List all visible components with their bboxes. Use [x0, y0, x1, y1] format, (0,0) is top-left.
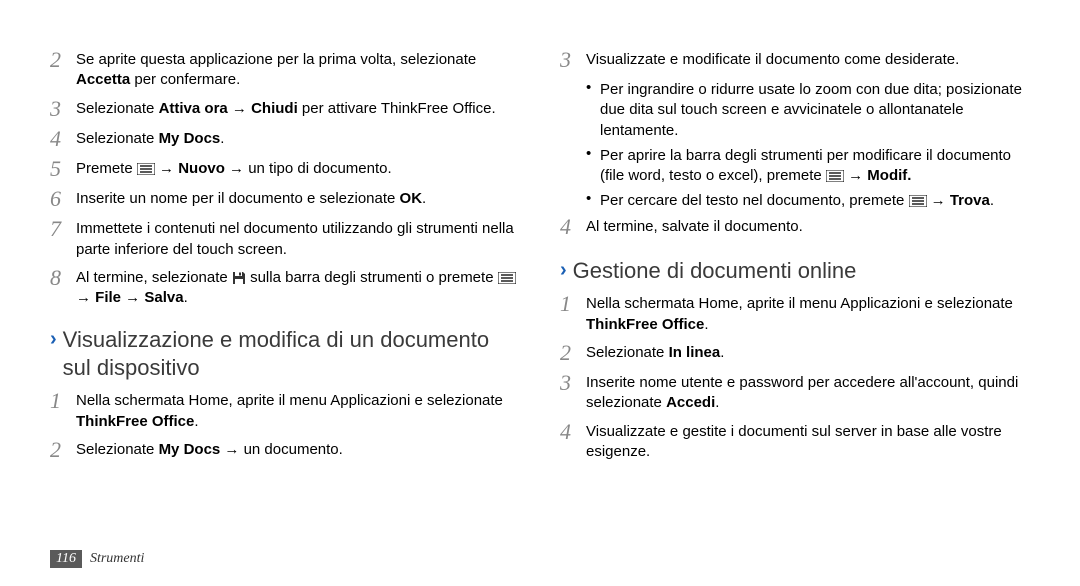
step-item: 6Inserite un nome per il documento e sel…	[50, 187, 520, 211]
step-number: 6	[50, 187, 76, 211]
subheading-text: Visualizzazione e modifica di un documen…	[63, 326, 520, 381]
bullet-text: Per cercare del testo nel documento, pre…	[600, 189, 1030, 211]
step-text: Selezionate My Docs → un documento.	[76, 438, 520, 462]
bullet-dot: •	[586, 78, 600, 141]
step-item: 5Premete → Nuovo → un tipo di documento.	[50, 157, 520, 181]
step-item: 4Selezionate My Docs.	[50, 127, 520, 151]
step-number: 5	[50, 157, 76, 181]
step-text: Al termine, salvate il documento.	[586, 215, 1030, 239]
left-column: 2Se aprite questa applicazione per la pr…	[50, 48, 520, 540]
step-text: Inserite nome utente e password per acce…	[586, 371, 1030, 414]
subheading: ›Visualizzazione e modifica di un docume…	[50, 326, 520, 381]
save-icon	[232, 271, 246, 285]
section-name: Strumenti	[90, 551, 144, 567]
step-text: Visualizzate e gestite i documenti sul s…	[586, 420, 1030, 463]
step-item: 4Visualizzate e gestite i documenti sul …	[560, 420, 1030, 463]
chevron-icon: ›	[560, 257, 567, 283]
step-text: Nella schermata Home, aprite il menu App…	[76, 389, 520, 432]
step-item: 1Nella schermata Home, aprite il menu Ap…	[50, 389, 520, 432]
step-number: 1	[560, 292, 586, 335]
step-text: Immettete i contenuti nel documento util…	[76, 217, 520, 260]
subheading-text: Gestione di documenti online	[573, 257, 857, 285]
bullet-dot: •	[586, 144, 600, 187]
step-text: Selezionate My Docs.	[76, 127, 520, 151]
step-text: Se aprite questa applicazione per la pri…	[76, 48, 520, 91]
step-item: 3Visualizzate e modificate il documento …	[560, 48, 1030, 72]
step-number: 8	[50, 266, 76, 309]
step-item: 2Se aprite questa applicazione per la pr…	[50, 48, 520, 91]
step-item: 3Selezionate Attiva ora → Chiudi per att…	[50, 97, 520, 121]
step-text: Nella schermata Home, aprite il menu App…	[586, 292, 1030, 335]
step-item: 8Al termine, selezionate sulla barra deg…	[50, 266, 520, 309]
step-number: 2	[560, 341, 586, 365]
step-text: Inserite un nome per il documento e sele…	[76, 187, 520, 211]
bullet-item: •Per cercare del testo nel documento, pr…	[586, 189, 1030, 211]
step-item: 2Selezionate My Docs → un documento.	[50, 438, 520, 462]
step-number: 4	[560, 420, 586, 463]
step-item: 7Immettete i contenuti nel documento uti…	[50, 217, 520, 260]
step-number: 7	[50, 217, 76, 260]
step-number: 2	[50, 438, 76, 462]
step-item: 3Inserite nome utente e password per acc…	[560, 371, 1030, 414]
step-item: 2Selezionate In linea.	[560, 341, 1030, 365]
step-text: Al termine, selezionate sulla barra degl…	[76, 266, 520, 309]
bullet-dot: •	[586, 189, 600, 211]
bullet-item: •Per ingrandire o ridurre usate lo zoom …	[586, 78, 1030, 141]
bullet-text: Per aprire la barra degli strumenti per …	[600, 144, 1030, 187]
step-number: 3	[560, 371, 586, 414]
bullet-text: Per ingrandire o ridurre usate lo zoom c…	[600, 78, 1030, 141]
chevron-icon: ›	[50, 326, 57, 352]
step-item: 1Nella schermata Home, aprite il menu Ap…	[560, 292, 1030, 335]
page-number: 116	[50, 550, 82, 568]
step-number: 3	[50, 97, 76, 121]
step-text: Selezionate Attiva ora → Chiudi per atti…	[76, 97, 520, 121]
step-number: 2	[50, 48, 76, 91]
menu-icon	[909, 195, 927, 207]
menu-icon	[137, 163, 155, 175]
step-text: Selezionate In linea.	[586, 341, 1030, 365]
step-text: Premete → Nuovo → un tipo di documento.	[76, 157, 520, 181]
step-number: 4	[560, 215, 586, 239]
page-footer: 116 Strumenti	[50, 550, 144, 568]
right-column: 3Visualizzate e modificate il documento …	[560, 48, 1030, 540]
step-item: 4Al termine, salvate il documento.	[560, 215, 1030, 239]
step-number: 3	[560, 48, 586, 72]
bullet-item: •Per aprire la barra degli strumenti per…	[586, 144, 1030, 187]
step-number: 4	[50, 127, 76, 151]
menu-icon	[826, 170, 844, 182]
step-text: Visualizzate e modificate il documento c…	[586, 48, 1030, 72]
subheading: ›Gestione di documenti online	[560, 257, 1030, 285]
step-number: 1	[50, 389, 76, 432]
menu-icon	[498, 272, 516, 284]
